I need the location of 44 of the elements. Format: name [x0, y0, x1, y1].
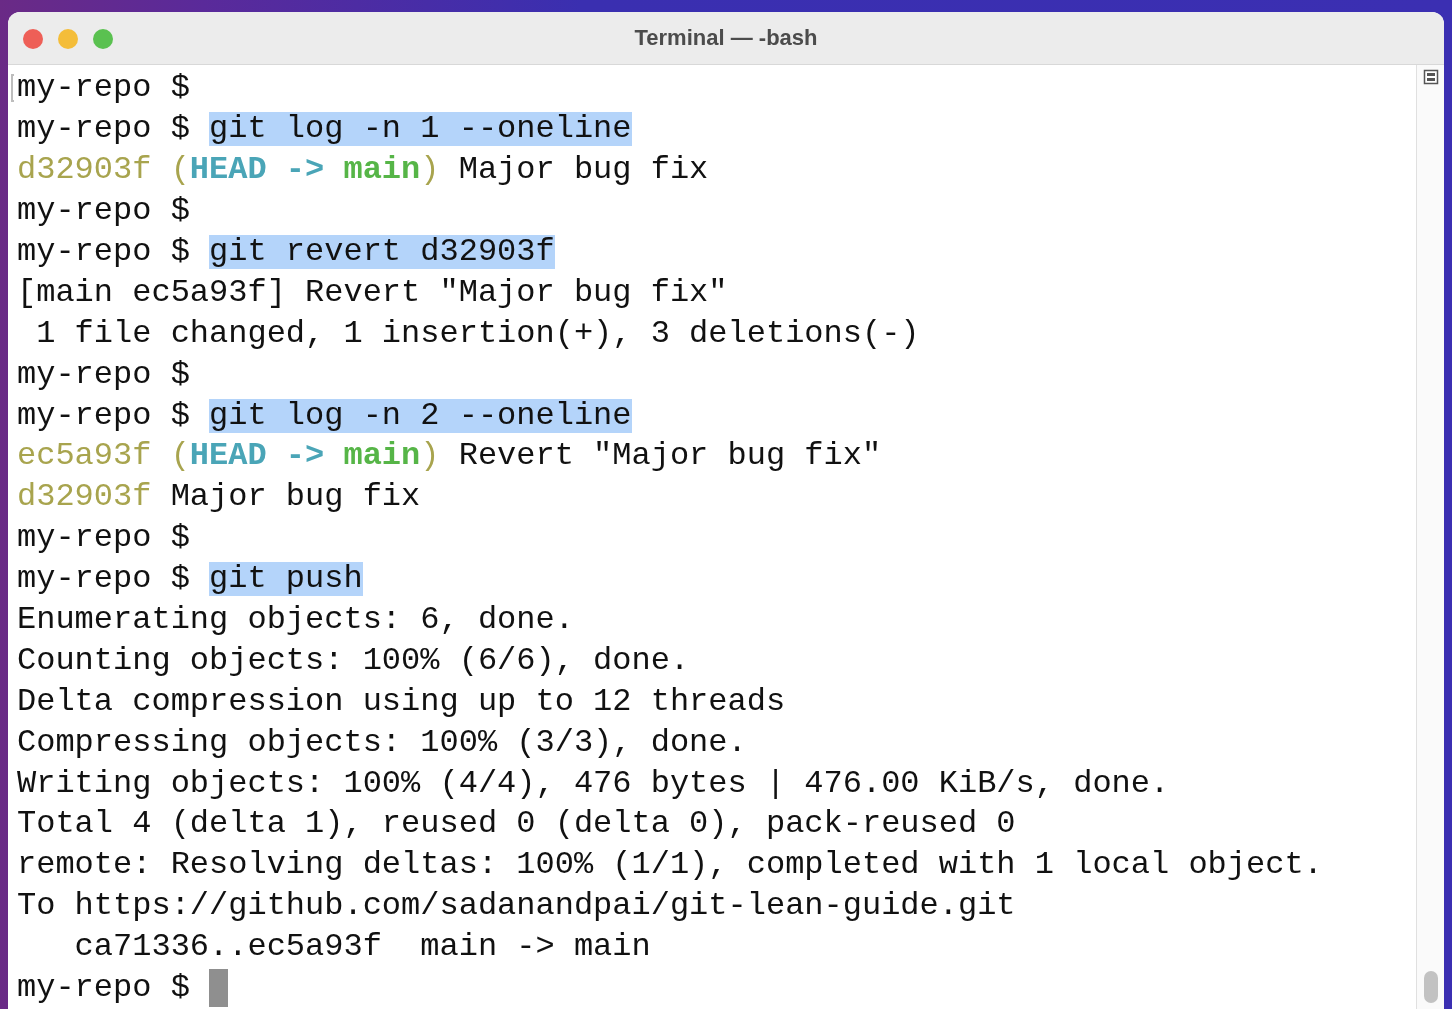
- shell-prompt: my-repo $: [17, 357, 190, 392]
- shell-prompt: my-repo $: [17, 521, 190, 556]
- shell-prompt: my-repo $: [17, 562, 191, 597]
- branch-name: main: [343, 439, 421, 474]
- minimize-button[interactable]: [58, 29, 78, 49]
- output-text: remote: Resolving deltas: 100% (1/1), completed with 1 local object.: [17, 848, 1323, 883]
- commit-hash: d32903f (: [17, 153, 190, 188]
- branch-name: main: [343, 153, 421, 188]
- text-cursor: [209, 969, 229, 1008]
- shell-prompt: my-repo $: [17, 71, 190, 106]
- output-text: ca71336..ec5a93f main -> main: [73, 930, 651, 965]
- shell-prompt: my-repo $: [17, 971, 191, 1006]
- commit-hash: ec5a93f (: [17, 439, 190, 474]
- output-text: Counting objects: 100% (6/6), done.: [17, 643, 690, 678]
- command-text: git revert d32903f: [209, 235, 555, 269]
- output-text: Major bug fix: [169, 480, 421, 515]
- output-text: [main ec5a93f] Revert "Major bug fix": [17, 275, 728, 310]
- shell-prompt: my-repo $: [17, 235, 191, 269]
- output-text: Total 4 (delta 1), reused 0 (delta 0), pack-reused 0: [17, 807, 1016, 842]
- shell-prompt: my-repo $: [17, 398, 191, 433]
- close-button[interactable]: [23, 29, 43, 49]
- shell-prompt: my-repo $: [17, 112, 191, 147]
- output-text: 1 file changed, 1 insertion(+), 3 deletions(-): [35, 316, 920, 351]
- command-text: git log -n 2 --oneline: [209, 398, 632, 433]
- output-text: Revert "Major bug fix": [457, 439, 882, 474]
- head-ref: HEAD ->: [189, 153, 326, 188]
- output-text: Compressing objects: 100% (3/3), done.: [17, 725, 747, 760]
- commit-hash: d32903f: [17, 480, 152, 515]
- output-text: Enumerating objects: 6, done.: [17, 603, 574, 637]
- output-text: Major bug fix: [457, 153, 709, 188]
- output-text: Writing objects: 100% (4/4), 476 bytes | 476.00 KiB/s, done.: [17, 766, 1170, 801]
- head-ref: HEAD ->: [189, 439, 326, 474]
- command-text: git log -n 1 --oneline: [209, 112, 632, 147]
- scrollbar[interactable]: [1416, 65, 1444, 1009]
- split-view-icon[interactable]: [1422, 69, 1439, 85]
- scroll-thumb[interactable]: [1423, 971, 1438, 1003]
- command-text: git push: [209, 562, 363, 597]
- output-text: To https://github.com/sadanandpai/git-lean-guide.git: [17, 889, 1016, 924]
- commit-hash: ): [420, 439, 440, 474]
- shell-prompt: my-repo $: [17, 194, 190, 229]
- window-title: Terminal — -bash: [634, 25, 818, 51]
- output-text: Delta compression using up to 12 threads: [17, 684, 786, 719]
- zoom-button[interactable]: [93, 29, 113, 49]
- commit-hash: ): [420, 153, 440, 188]
